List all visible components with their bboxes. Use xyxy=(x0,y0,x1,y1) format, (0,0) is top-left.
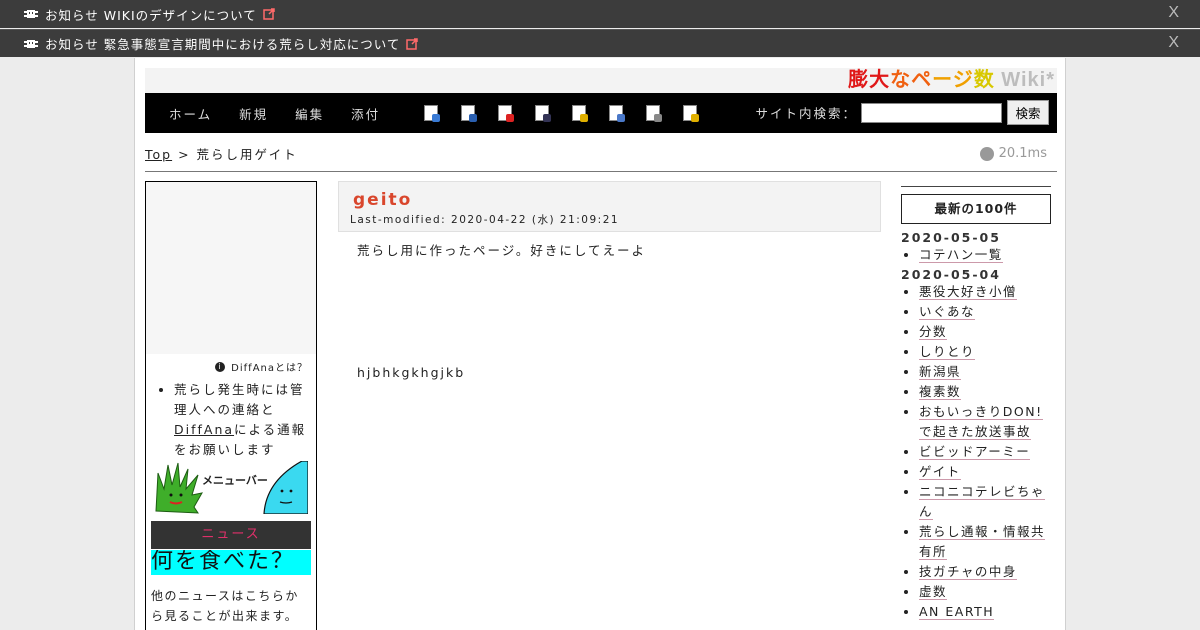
menubar-column: i DiffAnaとは？ 荒らし発生時には管理人への連絡とDiffAnaによる通… xyxy=(145,181,317,630)
diffana-help[interactable]: i DiffAnaとは？ xyxy=(215,359,308,374)
menubar-ad-area xyxy=(146,182,316,354)
diffana-link[interactable]: DiffAna xyxy=(174,422,234,437)
recent-item[interactable]: いぐあな xyxy=(919,302,1053,322)
nav-attach[interactable]: 添付 xyxy=(351,104,380,123)
notice-link[interactable]: WIKIのデザインについて xyxy=(104,5,257,24)
render-time-value: 20.1ms xyxy=(998,146,1047,161)
menubar-banner: メニューバー xyxy=(154,461,308,514)
search-button[interactable]: 検索 xyxy=(1007,100,1049,125)
external-link-icon xyxy=(406,37,419,50)
recent-item[interactable]: 荒らし通報・情報共有所 xyxy=(919,522,1053,562)
breadcrumb-separator: > xyxy=(178,147,191,162)
notice-label: お知らせ xyxy=(45,37,99,52)
recent-item[interactable]: おもいっきりDON!で起きた放送事故 xyxy=(919,402,1053,442)
last-modified: Last-modified: 2020-04-22 (水) 21:09:21 xyxy=(350,214,620,226)
render-time: 20.1ms xyxy=(979,146,1047,161)
lock-icon[interactable] xyxy=(572,105,589,122)
diff-icon[interactable] xyxy=(461,105,478,122)
nav-new[interactable]: 新規 xyxy=(239,104,268,123)
search-input[interactable] xyxy=(861,102,1002,123)
recent-icon[interactable] xyxy=(646,105,663,122)
recent-item[interactable]: AN EARTH xyxy=(919,602,1053,622)
search-label: サイト内検索： xyxy=(755,106,857,121)
recent-item[interactable]: 複素数 xyxy=(919,382,1053,402)
external-link-icon xyxy=(263,8,275,20)
close-notice-button[interactable]: X xyxy=(1168,4,1180,22)
info-icon: i xyxy=(215,361,226,372)
save-icon[interactable] xyxy=(535,105,552,122)
article-paragraph: 荒らし用に作ったページ。好きにしてえーよ xyxy=(357,243,647,258)
recent-list: 悪役大好き小僧 いぐあな 分数 しりとり 新潟県 複素数 おもいっきりDON!で… xyxy=(919,282,1053,622)
recent-changes: 最新の100件 2020-05-05 コテハン一覧 2020-05-04 悪役大… xyxy=(901,186,1053,622)
recent-item[interactable]: しりとり xyxy=(919,342,1053,362)
grass-character-icon xyxy=(155,462,203,514)
site-logo[interactable]: 膨大なページ数 Wiki* xyxy=(848,69,1055,91)
list-icon[interactable] xyxy=(609,105,626,122)
site-header: 膨大なページ数 Wiki* xyxy=(145,68,1057,93)
copy-icon[interactable] xyxy=(424,105,441,122)
recent-title: 最新の100件 xyxy=(901,194,1051,224)
page-title: geito xyxy=(353,190,413,210)
help-icon[interactable] xyxy=(683,105,700,122)
breadcrumb: Top > 荒らし用ゲイト xyxy=(145,144,298,163)
wiki-page: 膨大なページ数 Wiki* ホーム 新規 編集 添付 サイト内検索： 検索 To… xyxy=(134,58,1066,630)
close-notice-button[interactable]: X xyxy=(1168,34,1180,52)
news-header: ニュース xyxy=(151,521,311,549)
recent-item[interactable]: 分数 xyxy=(919,322,1053,342)
vandalism-notice: 荒らし発生時には管理人への連絡とDiffAnaによる通報をお願いします xyxy=(160,380,310,460)
recent-item[interactable]: ゲイト xyxy=(919,462,1053,482)
recent-date: 2020-05-05 xyxy=(901,230,1001,245)
article: geito Last-modified: 2020-04-22 (水) 21:0… xyxy=(338,181,881,380)
breadcrumb-top-link[interactable]: Top xyxy=(145,147,172,162)
bug-icon xyxy=(24,39,38,48)
recent-divider xyxy=(901,186,1051,187)
news-headline[interactable]: 何を食べた？ xyxy=(151,550,311,575)
bug-icon xyxy=(24,10,38,18)
recent-item[interactable]: コテハン一覧 xyxy=(919,245,1053,265)
recent-item[interactable]: ニコニコテレビちゃん xyxy=(919,482,1053,522)
notice-bar-design[interactable]: お知らせ WIKIのデザインについて X xyxy=(0,0,1200,28)
recent-item[interactable]: ビビッドアーミー xyxy=(919,442,1053,462)
toolbar-icons xyxy=(424,105,720,122)
notice-bar-emergency[interactable]: お知らせ 緊急事態宣言期間中における荒らし対応について X xyxy=(0,29,1200,57)
nav-home[interactable]: ホーム xyxy=(169,104,212,123)
article-paragraph: hjbhkgkhgjkb xyxy=(357,365,466,380)
notice-link[interactable]: 緊急事態宣言期間中における荒らし対応について xyxy=(104,34,401,53)
header-divider xyxy=(145,171,1057,172)
gauge-icon xyxy=(979,146,994,161)
notice-label: お知らせ xyxy=(45,7,99,23)
breadcrumb-current: 荒らし用ゲイト xyxy=(196,147,298,162)
article-header: geito Last-modified: 2020-04-22 (水) 21:0… xyxy=(338,181,881,232)
recent-list: コテハン一覧 xyxy=(919,245,1053,265)
droplet-character-icon xyxy=(263,461,308,514)
recent-item[interactable]: 新潟県 xyxy=(919,362,1053,382)
recent-item[interactable]: 技ガチャの中身 xyxy=(919,562,1053,582)
recent-item[interactable]: 悪役大好き小僧 xyxy=(919,282,1053,302)
list-item: 荒らし発生時には管理人への連絡とDiffAnaによる通報をお願いします xyxy=(174,380,310,460)
nav-edit[interactable]: 編集 xyxy=(295,104,324,123)
news-more-text: 他のニュースはこちらから見ることが出来ます。 xyxy=(151,589,299,623)
recent-item[interactable]: 虚数 xyxy=(919,582,1053,602)
nav-menu: ホーム 新規 編集 添付 xyxy=(145,104,407,123)
delete-icon[interactable] xyxy=(498,105,515,122)
diffana-help-link[interactable]: DiffAnaとは？ xyxy=(231,359,308,374)
toolbar: ホーム 新規 編集 添付 サイト内検索： 検索 xyxy=(145,93,1057,133)
site-search: サイト内検索： 検索 xyxy=(755,100,1049,125)
recent-date: 2020-05-04 xyxy=(901,267,1001,282)
